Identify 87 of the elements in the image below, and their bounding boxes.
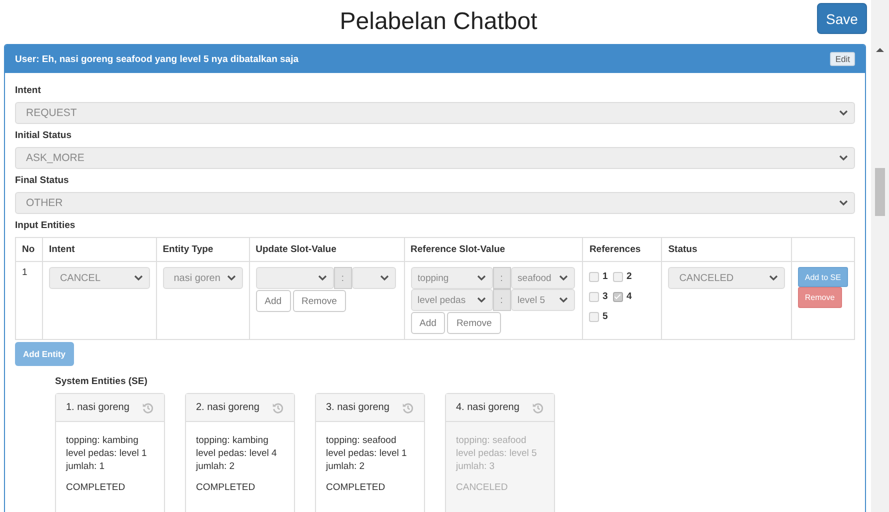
column-header: No [16,238,42,262]
save-button[interactable]: Save [817,3,867,34]
scroll-up-icon[interactable] [876,47,884,53]
dropdown[interactable] [352,267,396,289]
slot-value-text: level pedas: level 5 [456,447,538,460]
section-label: System Entities (SE) [55,376,148,387]
chevron-icon [226,275,236,281]
checkbox-label: 5 [602,311,608,322]
status-text: COMPLETED [66,481,126,494]
column-header: Update Slot-Value [249,238,404,262]
checkbox[interactable] [589,312,600,322]
slot-value-text: topping: kambing [196,434,270,447]
dropdown[interactable]: REQUEST [15,102,855,124]
chevron-icon [768,275,778,281]
scroll-thumb[interactable] [875,168,885,216]
add-entity-button[interactable]: Add Entity [15,342,74,366]
checkbox-label: 4 [626,291,632,302]
chevron-icon [134,275,143,281]
chevron-icon [476,275,486,281]
separator-text: : [340,272,346,284]
column-header: References [582,238,662,262]
history-icon[interactable] [142,402,154,414]
checkbox[interactable] [589,272,600,282]
checkbox-label: 3 [602,291,608,302]
add-button[interactable]: Add [256,290,291,312]
column-header: Status [662,238,792,262]
history-icon[interactable] [402,402,414,414]
slot-value-text: jumlah: 2 [326,460,366,473]
edit-button[interactable]: Edit [830,52,855,66]
slot-value-text: jumlah: 3 [456,460,496,473]
checkbox[interactable] [589,292,600,302]
dropdown[interactable]: ASK_MORE [15,147,855,169]
separator-text: : [499,294,504,306]
chevron-icon [839,110,848,116]
dropdown[interactable]: CANCEL [48,267,150,289]
chevron-icon [476,297,486,303]
add-to-se-button[interactable]: Add to SE [798,267,848,287]
chevron-icon [318,275,327,281]
slot-value-text: jumlah: 1 [66,460,106,473]
card-title: 1. nasi goreng [66,402,130,413]
history-icon[interactable] [272,402,284,414]
dropdown[interactable]: CANCELED [668,267,785,289]
page-title: Pelabelan Chatbot [338,8,538,36]
add-button[interactable]: Add [410,312,446,334]
user-utterance: User: Eh, nasi goreng seafood yang level 5 nya dibatalkan saja [15,54,299,64]
slot-value-text: topping: kambing [66,434,140,447]
remove-button[interactable]: Remove [447,312,501,334]
row-number: 1 [16,262,42,340]
dropdown[interactable]: level 5 [510,289,575,311]
status-text: COMPLETED [326,481,386,494]
checkbox[interactable] [613,272,624,282]
scrollbar[interactable] [871,0,889,512]
dropdown[interactable]: nasi goren [162,267,243,289]
column-header: Intent [42,238,156,262]
checkbox-label: 2 [626,271,632,282]
chevron-icon [558,297,568,303]
dropdown[interactable]: seafood [510,267,575,289]
card-title: 2. nasi goreng [196,402,260,413]
chevron-icon [839,200,848,206]
chevron-icon [839,155,848,161]
field-label: Initial Status [15,130,72,141]
slot-value-text: topping: seafood [326,434,398,447]
chevron-icon [558,275,568,281]
chevron-icon [380,275,389,281]
field-label: Intent [15,85,42,96]
slot-value-text: level pedas: level 4 [196,447,278,460]
dropdown[interactable] [256,267,334,289]
column-header: Reference Slot-Value [404,238,583,262]
status-text: CANCELED [456,481,509,494]
card-title: 4. nasi goreng [456,402,520,413]
dropdown[interactable]: OTHER [15,192,855,214]
field-label: Final Status [15,175,70,186]
status-text: COMPLETED [196,481,256,494]
remove-button[interactable]: Remove [798,287,842,308]
column-header: Entity Type [156,238,250,262]
slot-value-text: level pedas: level 1 [326,447,408,460]
dropdown[interactable]: level pedas [410,289,493,311]
checkbox[interactable] [613,292,624,302]
separator-text: : [499,272,504,284]
dropdown[interactable]: topping [410,267,493,289]
slot-value-text: level pedas: level 1 [66,447,148,460]
slot-value-text: topping: seafood [456,434,528,447]
card-title: 3. nasi goreng [326,402,390,413]
checkbox-label: 1 [602,271,608,282]
remove-button[interactable]: Remove [292,290,346,312]
section-label: Input Entities [15,220,76,231]
slot-value-text: jumlah: 2 [196,460,236,473]
